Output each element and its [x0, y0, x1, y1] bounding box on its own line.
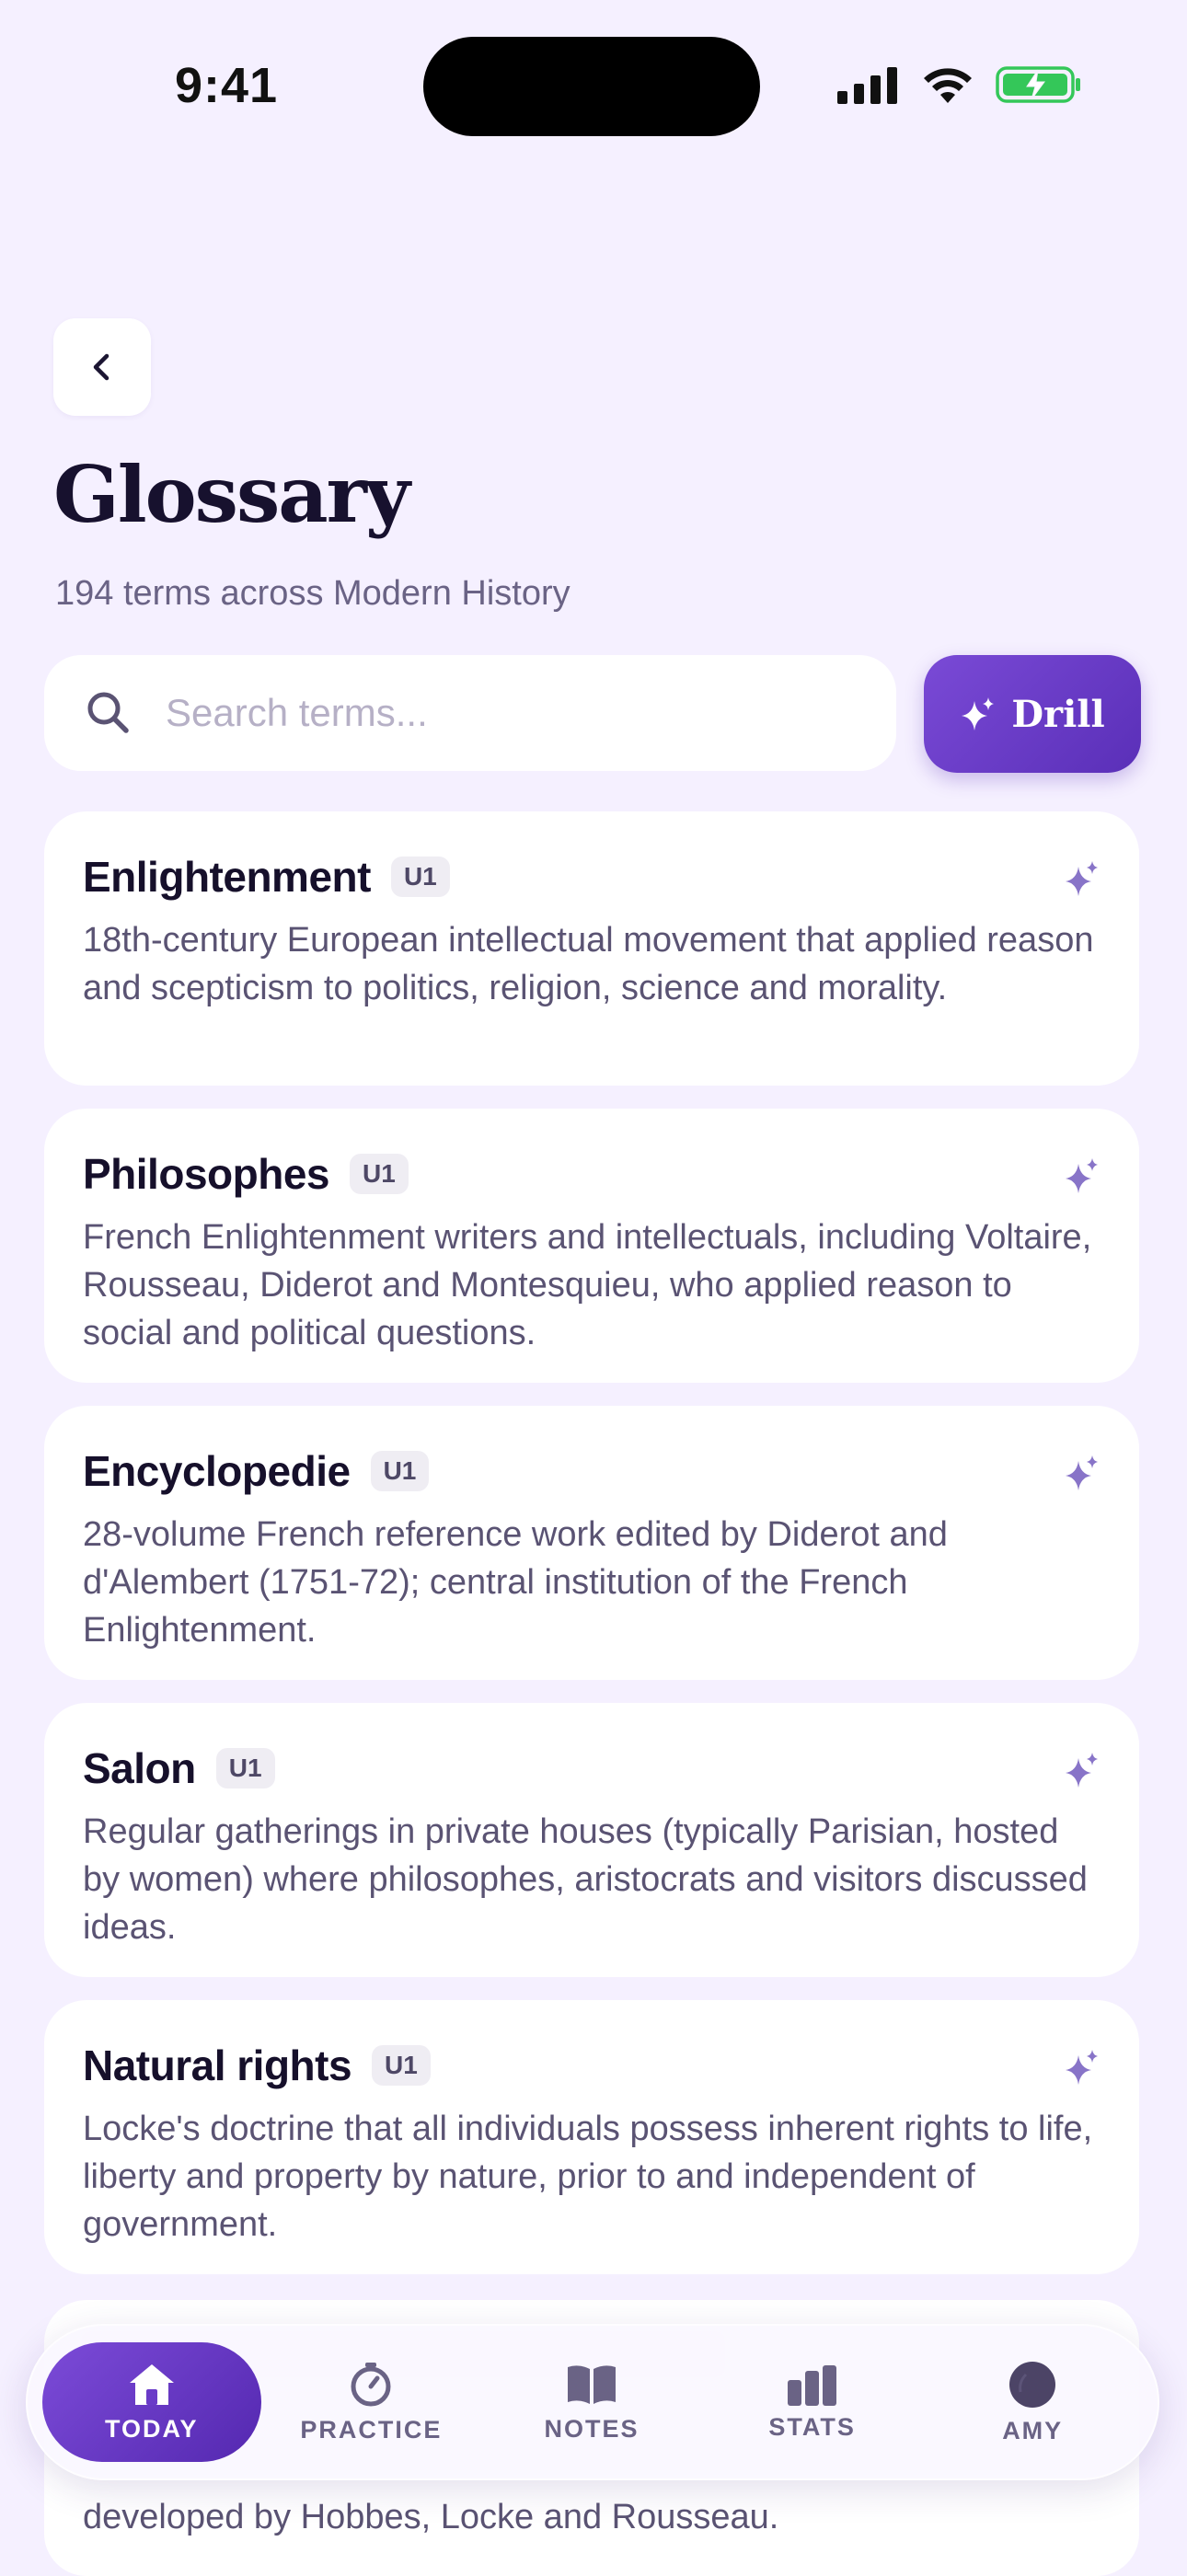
tab-notes[interactable]: NOTES: [481, 2342, 702, 2462]
page-subtitle: 194 terms across Modern History: [55, 574, 570, 613]
tab-profile[interactable]: AMY: [922, 2342, 1143, 2462]
book-icon: [568, 2364, 616, 2404]
term-definition: 28-volume French reference work edited b…: [83, 1515, 948, 1650]
battery-charging-icon: [996, 66, 1080, 103]
timer-icon: [351, 2362, 391, 2406]
sparkle-icon[interactable]: [1062, 859, 1102, 900]
chevron-left-icon: [93, 353, 109, 381]
sparkle-icon[interactable]: [1062, 1454, 1102, 1494]
glossary-card-salon[interactable]: Salon U1 Regular gatherings in private h…: [44, 1703, 1139, 1977]
term-title: Natural rights: [83, 2041, 352, 2089]
status-icons: [837, 64, 1082, 105]
term-definition: Regular gatherings in private houses (ty…: [83, 1812, 1088, 1947]
tab-label: NOTES: [544, 2414, 640, 2443]
tab-today[interactable]: TODAY: [42, 2342, 261, 2462]
sparkle-icon[interactable]: [1062, 1751, 1102, 1791]
unit-badge: U1: [215, 1748, 275, 1788]
sparkle-icon[interactable]: [1062, 1156, 1102, 1197]
search-bar[interactable]: [44, 655, 896, 771]
term-title: Salon: [83, 1744, 196, 1792]
term-definition: 18th-century European intellectual movem…: [83, 921, 1094, 1007]
glossary-card-enlightenment[interactable]: Enlightenment U1 18th-century European i…: [44, 811, 1139, 1086]
term-definition: French Enlightenment writers and intelle…: [83, 1218, 1092, 1352]
unit-badge: U1: [349, 1154, 409, 1194]
avatar-icon: [1009, 2361, 1056, 2408]
sparkle-icon: [962, 697, 995, 730]
glossary-card-encyclopedie[interactable]: Encyclopedie U1 28-volume French referen…: [44, 1406, 1139, 1680]
search-input[interactable]: [164, 690, 885, 736]
term-title: Enlightenment: [83, 853, 371, 901]
search-icon: [87, 692, 129, 733]
term-definition: Locke's doctrine that all individuals po…: [83, 2110, 1093, 2244]
unit-badge: U1: [390, 857, 450, 897]
status-time: 9:41: [175, 58, 279, 113]
tab-stats[interactable]: STATS: [702, 2342, 923, 2462]
dynamic-island: [423, 37, 760, 136]
term-title: Philosophes: [83, 1150, 329, 1198]
glossary-card-philosophes[interactable]: Philosophes U1 French Enlightenment writ…: [44, 1109, 1139, 1383]
back-button[interactable]: [53, 318, 151, 416]
bar-chart-icon: [787, 2364, 836, 2406]
page-title: Glossary: [53, 449, 410, 540]
tab-practice[interactable]: PRACTICE: [261, 2342, 482, 2462]
wifi-icon: [924, 68, 972, 103]
tab-label: AMY: [1002, 2416, 1064, 2444]
tab-label: STATS: [768, 2412, 856, 2441]
cellular-signal-icon: [837, 67, 897, 104]
status-bar: 9:41: [0, 0, 1187, 175]
term-title: Encyclopedie: [83, 1447, 351, 1495]
unit-badge: U1: [370, 1451, 430, 1491]
unit-badge: U1: [372, 2045, 431, 2086]
home-icon: [129, 2363, 174, 2405]
term-definition: developed by Hobbes, Locke and Rousseau.: [83, 2498, 779, 2536]
drill-button[interactable]: Drill: [924, 655, 1141, 773]
drill-button-label: Drill: [1011, 692, 1105, 736]
tab-label: TODAY: [105, 2414, 199, 2443]
glossary-card-natural-rights[interactable]: Natural rights U1 Locke's doctrine that …: [44, 2000, 1139, 2274]
tab-bar: TODAY PRACTICE NOTES STATS AMY: [26, 2324, 1159, 2480]
sparkle-icon[interactable]: [1062, 2048, 1102, 2088]
tab-label: PRACTICE: [300, 2415, 443, 2444]
